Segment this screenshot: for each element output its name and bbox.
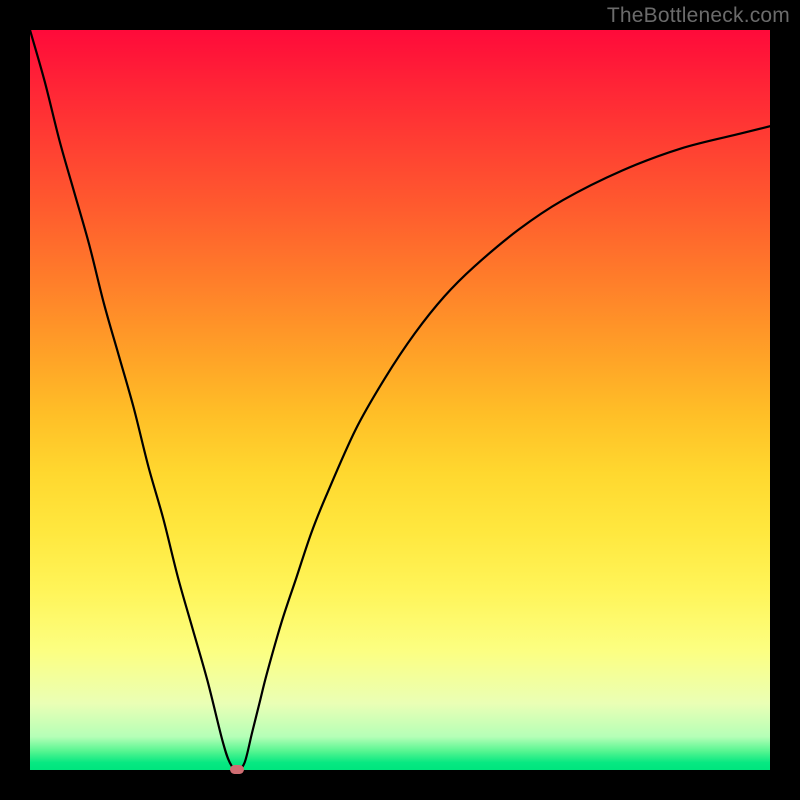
watermark-text: TheBottleneck.com [607,4,790,28]
minimum-marker [230,765,244,774]
chart-frame: TheBottleneck.com [0,0,800,800]
plot-area [30,30,770,770]
bottleneck-curve [30,30,770,770]
